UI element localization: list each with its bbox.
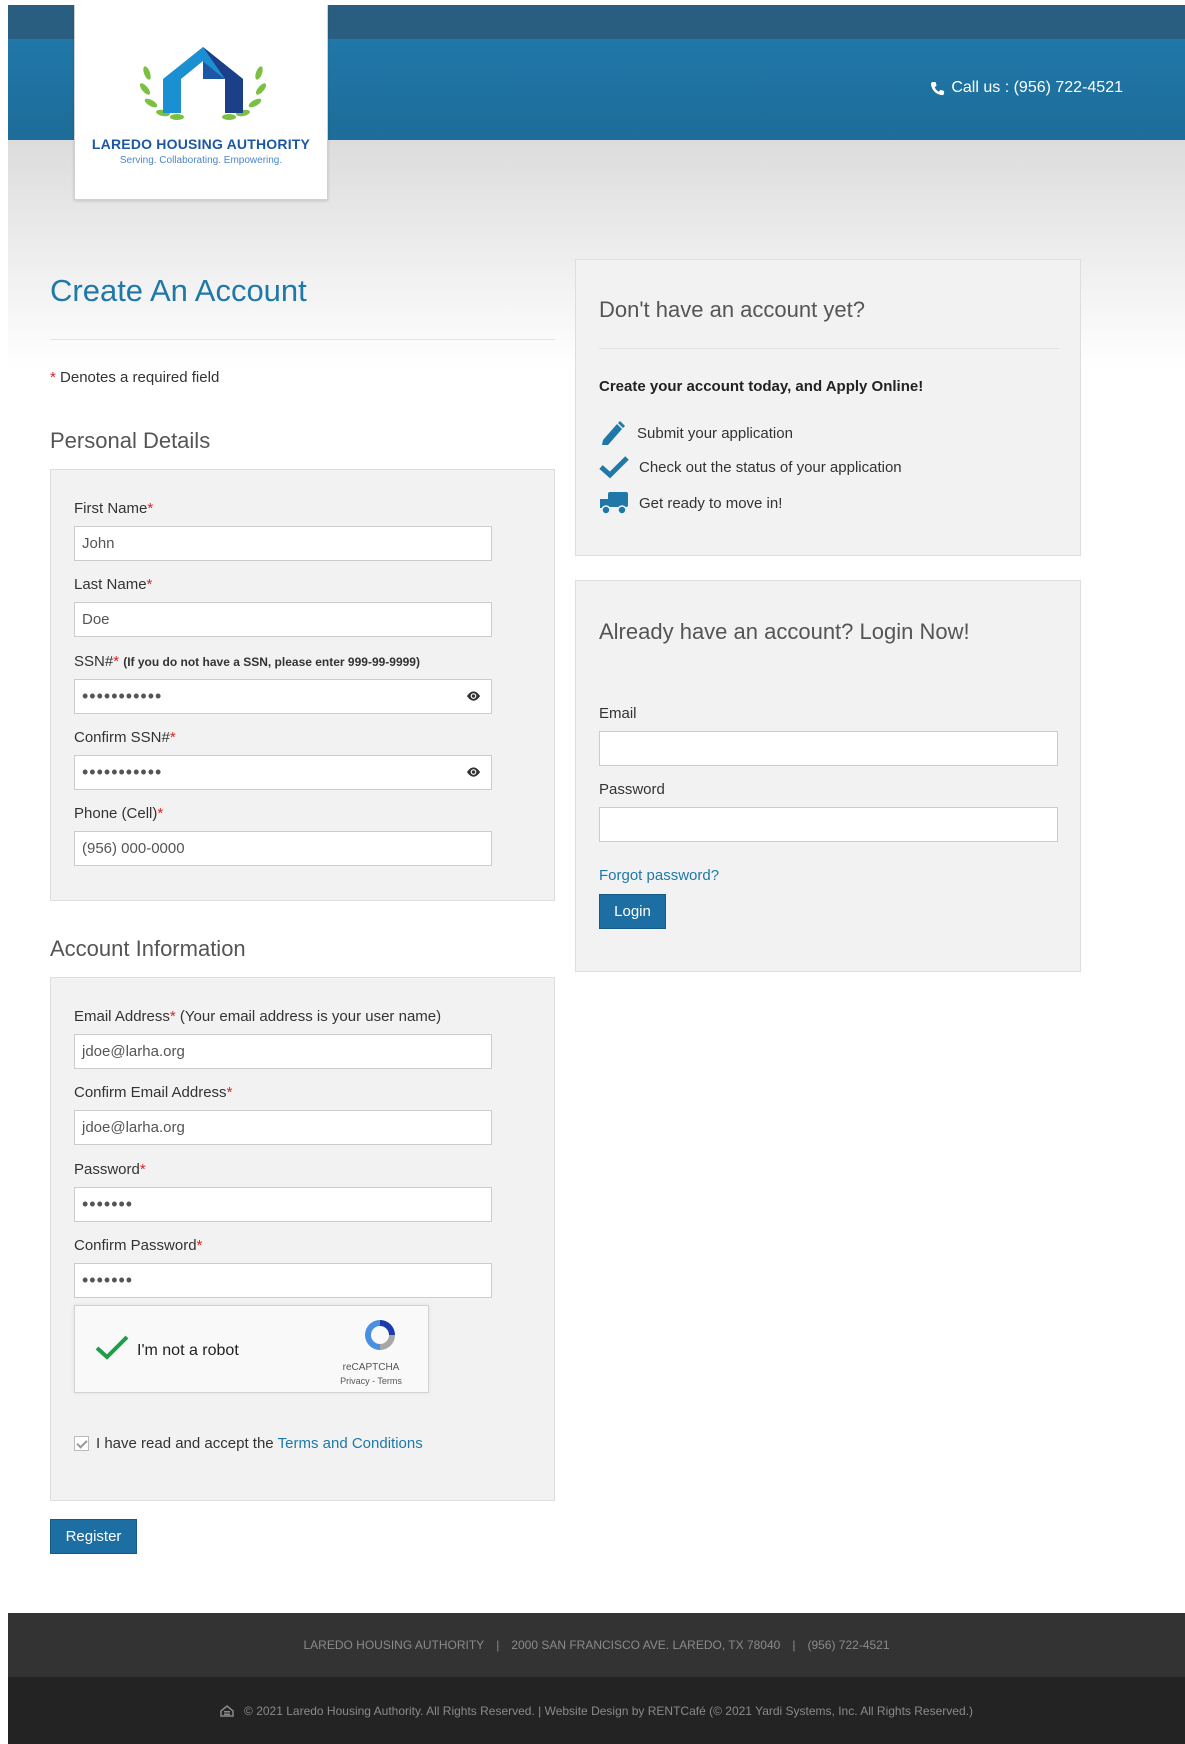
confirm-password-input[interactable]: ••••••• <box>74 1263 492 1298</box>
confirm-email-label: Confirm Email Address* <box>74 1084 233 1101</box>
login-button[interactable]: Login <box>599 894 666 929</box>
recaptcha-logo-icon <box>365 1320 395 1350</box>
page: Call us : (956) 722-4521 LAREDO HOUSING <box>8 5 1185 1744</box>
last-name-input[interactable]: Doe <box>74 602 492 637</box>
promo-divider <box>599 348 1059 349</box>
page-title: Create An Account <box>50 273 307 308</box>
footer-copyright: © 2021 Laredo Housing Authority. All Rig… <box>8 1677 1185 1744</box>
copyright-text: © 2021 Laredo Housing Authority. All Rig… <box>244 1703 973 1718</box>
pencil-icon <box>602 421 625 445</box>
ssn-value: ••••••••••• <box>82 686 163 706</box>
terms-text: I have read and accept the <box>96 1435 274 1452</box>
terms-link[interactable]: Terms and Conditions <box>278 1435 423 1452</box>
house-logo-icon <box>139 47 267 120</box>
logo-tagline: Serving. Collaborating. Empowering. <box>119 155 283 166</box>
recaptcha-brand: reCAPTCHA <box>342 1362 400 1373</box>
account-information-panel: Email Address* (Your email address is yo… <box>50 977 555 1501</box>
terms-row: I have read and accept the Terms and Con… <box>74 1435 423 1452</box>
logo-name: LAREDO HOUSING AUTHORITY <box>91 136 311 152</box>
last-name-label: Last Name* <box>74 576 153 593</box>
checkmark-icon <box>599 456 629 479</box>
first-name-input[interactable]: John <box>74 526 492 561</box>
first-name-label: First Name* <box>74 500 154 517</box>
promo-panel: Don't have an account yet? Create your a… <box>575 259 1081 556</box>
login-password-label: Password <box>599 781 665 798</box>
phone-input[interactable]: (956) 000-0000 <box>74 831 492 866</box>
footer-separator: | <box>496 1638 500 1652</box>
truck-icon <box>600 492 628 515</box>
password-input[interactable]: ••••••• <box>74 1187 492 1222</box>
call-us[interactable]: Call us : (956) 722-4521 <box>930 79 1123 97</box>
required-star: * <box>50 369 56 386</box>
personal-details-heading: Personal Details <box>50 428 211 453</box>
email-address-label: Email Address* (Your email address is yo… <box>74 1008 442 1025</box>
required-note-text: Denotes a required field <box>60 369 220 386</box>
recaptcha-widget[interactable]: I'm not a robot reCAPTCHA Privacy - Term… <box>74 1305 429 1393</box>
eye-icon[interactable] <box>466 690 481 702</box>
promo-item-text: Submit your application <box>637 424 793 442</box>
email-address-input[interactable]: jdoe@larha.org <box>74 1034 492 1069</box>
phone-icon <box>931 81 945 95</box>
confirm-email-input[interactable]: jdoe@larha.org <box>74 1110 492 1145</box>
footer-address: 2000 SAN FRANCISCO AVE. LAREDO, TX 78040 <box>511 1638 781 1652</box>
ssn-input[interactable]: ••••••••••• <box>74 679 492 714</box>
forgot-password-link[interactable]: Forgot password? <box>599 867 719 884</box>
login-email-input[interactable] <box>599 731 1058 766</box>
promo-item-status: Check out the status of your application <box>599 455 902 479</box>
terms-checkbox[interactable] <box>74 1436 89 1451</box>
confirm-password-label: Confirm Password* <box>74 1237 203 1254</box>
login-email-label: Email <box>599 705 637 722</box>
promo-item-text: Get ready to move in! <box>639 494 783 512</box>
login-panel: Already have an account? Login Now! Emai… <box>575 580 1081 972</box>
promo-item-move: Get ready to move in! <box>599 490 782 516</box>
call-us-text: Call us : (956) 722-4521 <box>951 79 1123 96</box>
ssn-note: (If you do not have a SSN, please enter … <box>123 655 420 669</box>
register-button[interactable]: Register <box>50 1519 137 1554</box>
footer-separator: | <box>792 1638 796 1652</box>
phone-label: Phone (Cell)* <box>74 805 164 822</box>
account-information-heading: Account Information <box>50 936 246 961</box>
logo[interactable]: LAREDO HOUSING AUTHORITY Serving. Collab… <box>74 5 328 200</box>
login-password-input[interactable] <box>599 807 1058 842</box>
promo-item-text: Check out the status of your application <box>639 458 902 476</box>
confirm-ssn-label: Confirm SSN#* <box>74 729 176 746</box>
footer-org: LAREDO HOUSING AUTHORITY <box>303 1638 485 1652</box>
footer-phone: (956) 722-4521 <box>807 1638 890 1652</box>
recaptcha-label: I'm not a robot <box>137 1342 239 1359</box>
promo-bold-line: Create your account today, and Apply Onl… <box>599 378 924 395</box>
title-divider <box>50 339 555 340</box>
personal-details-panel: First Name* John Last Name* Doe SSN#* (I… <box>50 469 555 901</box>
footer-info: LAREDO HOUSING AUTHORITY | 2000 SAN FRAN… <box>8 1613 1185 1677</box>
promo-heading: Don't have an account yet? <box>599 297 865 322</box>
required-note: * Denotes a required field <box>50 369 219 386</box>
confirm-ssn-input[interactable]: ••••••••••• <box>74 755 492 790</box>
recaptcha-links[interactable]: Privacy - Terms <box>321 1376 421 1386</box>
check-icon[interactable] <box>95 1334 129 1360</box>
login-heading: Already have an account? Login Now! <box>599 619 970 644</box>
eye-icon[interactable] <box>466 766 481 778</box>
promo-item-submit: Submit your application <box>599 420 793 446</box>
ssn-label: SSN#* (If you do not have a SSN, please … <box>74 653 420 670</box>
equal-housing-icon <box>220 1704 234 1717</box>
confirm-ssn-value: ••••••••••• <box>82 762 163 782</box>
password-label: Password* <box>74 1161 146 1178</box>
